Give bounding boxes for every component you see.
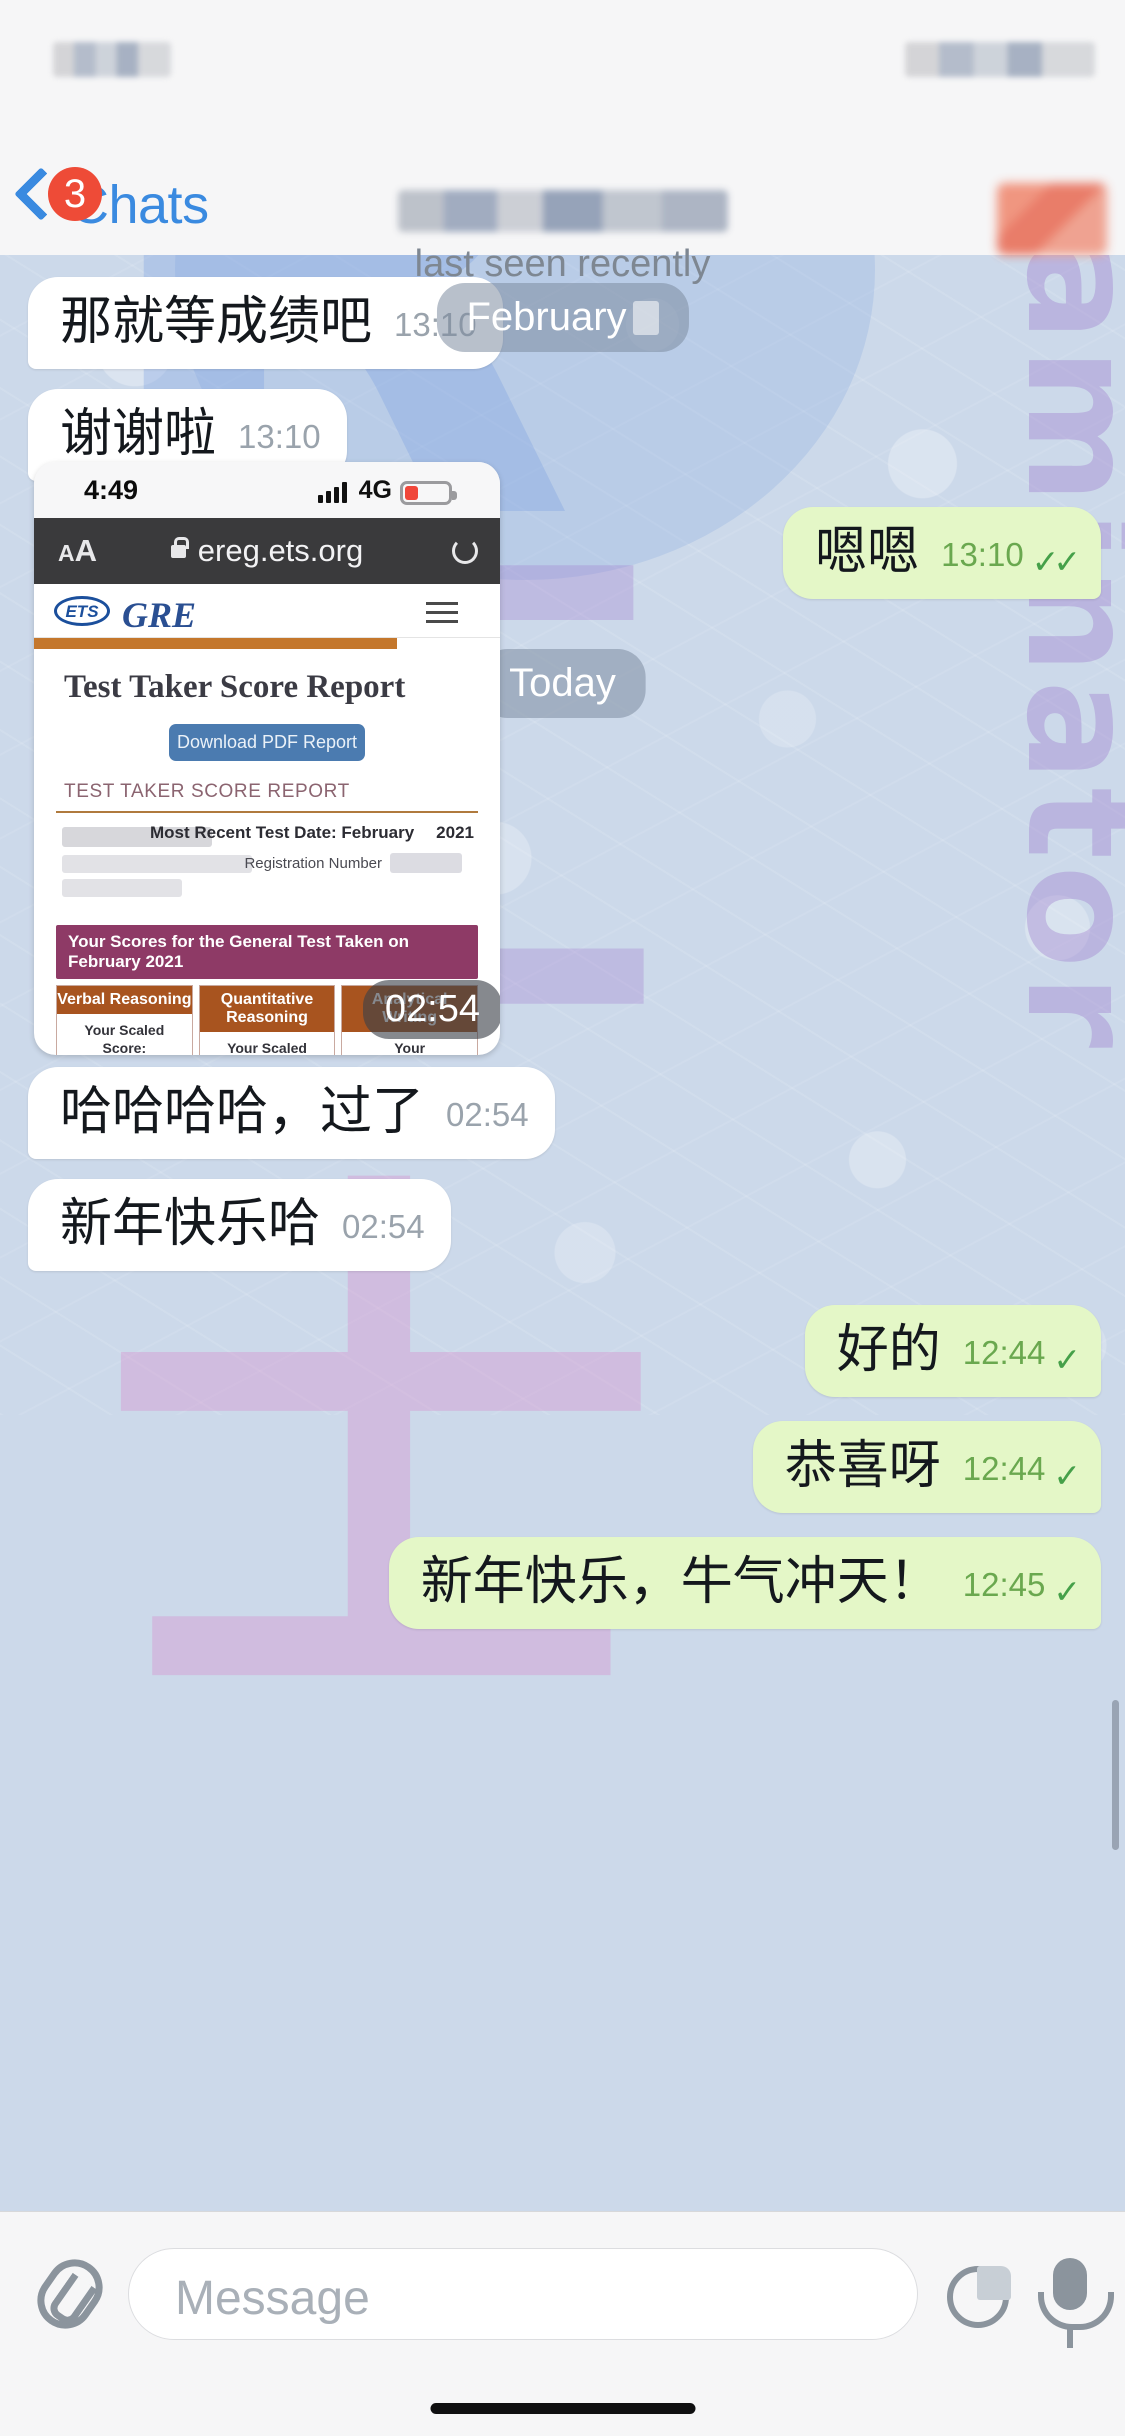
address2-redacted — [62, 879, 182, 897]
read-receipt-icon: ✓ — [1053, 1341, 1081, 1379]
read-receipt-icon: ✓ — [1053, 1573, 1081, 1611]
site-header: ETS GRE — [34, 584, 500, 638]
read-receipt-icon: ✓ — [1053, 1457, 1081, 1495]
message-text: 好的 — [836, 1321, 941, 1379]
unread-count-badge: 3 — [48, 167, 102, 221]
message-row: 新年快乐，牛气冲天！ 12:45 ✓ — [388, 1537, 1101, 1630]
scores-band: Your Scores for the General Test Taken o… — [56, 925, 478, 979]
report-title: Test Taker Score Report — [64, 669, 406, 705]
message-text: 恭喜呀 — [784, 1437, 941, 1495]
date-separator-february: February — [436, 283, 689, 352]
read-receipt-icon: ✓✓ — [1031, 543, 1081, 581]
lock-icon — [170, 536, 189, 558]
registration-number-label: Registration Number — [244, 855, 382, 872]
status-bar-left-redacted — [53, 42, 171, 77]
contact-status-text: last seen recently — [414, 243, 711, 285]
reload-icon[interactable] — [452, 538, 478, 564]
most-recent-test-date: Most Recent Test Date: February 2021 — [149, 823, 474, 842]
download-pdf-report-button[interactable]: Download PDF Report — [169, 724, 365, 761]
message-text: 新年快乐，牛气冲天！ — [420, 1553, 941, 1611]
message-text: 哈哈哈哈，过了 — [60, 1083, 425, 1141]
address-redacted — [62, 855, 252, 873]
status-bar-right-redacted — [905, 42, 1095, 77]
date-separator-today: Today — [479, 649, 646, 718]
gre-logo: GRE — [122, 595, 197, 635]
sticker-icon[interactable] — [947, 2266, 1011, 2328]
card-title: Quantitative Reasoning — [199, 986, 335, 1032]
home-indicator — [430, 2403, 695, 2414]
message-bubble-outgoing[interactable]: 恭喜呀 12:44 ✓ — [752, 1421, 1101, 1514]
message-time: 12:45 — [962, 1566, 1046, 1604]
message-bubble-outgoing[interactable]: 好的 12:44 ✓ — [804, 1305, 1101, 1398]
avatar[interactable] — [997, 183, 1107, 255]
message-time: 13:10 — [238, 418, 321, 456]
scrollbar[interactable] — [1112, 1700, 1119, 1850]
message-text: 新年快乐哈 — [60, 1195, 321, 1253]
test-taker-info-box: Most Recent Test Date: February 2021 Regi… — [56, 811, 478, 919]
network-type-label: 4G — [358, 476, 392, 504]
screenshot-status-bar: 4:49 4G — [34, 462, 500, 518]
attachment-timestamp: 02:54 — [362, 980, 500, 1039]
message-time: 12:44 — [962, 1450, 1046, 1488]
hamburger-menu-icon[interactable] — [426, 602, 458, 629]
card-score-label: YourScore: — [394, 1040, 426, 1055]
score-card-quantitative: Quantitative Reasoning Your ScaledScore:… — [198, 985, 336, 1055]
url-text: ereg.ets.org — [197, 533, 364, 568]
navigation-bar: 3 Chats last seen recently — [0, 95, 1125, 285]
message-row: 新年快乐哈 02:54 — [28, 1179, 451, 1272]
message-bubble-incoming[interactable]: 新年快乐哈 02:54 — [28, 1179, 451, 1272]
message-bubble-incoming[interactable]: 那就等成绩吧 13:10 — [28, 277, 503, 370]
message-row: 嗯嗯 13:10 ✓✓ — [783, 507, 1101, 600]
message-bubble-outgoing[interactable]: 新年快乐，牛气冲天！ 12:45 ✓ — [388, 1537, 1101, 1630]
screenshot-clock: 4:49 — [84, 475, 139, 505]
message-time: 02:54 — [342, 1208, 425, 1246]
score-card-verbal: Verbal Reasoning Your ScaledScore: 15 13… — [56, 985, 193, 1055]
message-text: 嗯嗯 — [815, 523, 920, 581]
message-row: 好的 12:44 ✓ — [804, 1305, 1101, 1398]
message-text: 那就等成绩吧 — [60, 293, 373, 351]
contact-name-redacted[interactable] — [397, 190, 728, 232]
microphone-icon[interactable] — [1038, 2258, 1114, 2348]
status-bar — [0, 0, 1125, 95]
paperclip-icon[interactable] — [26, 2248, 114, 2340]
message-time: 02:54 — [446, 1096, 529, 1134]
shared-screenshot-attachment[interactable]: 4:49 4G AA ereg.ets.org ETS GRE Test Tak… — [34, 462, 500, 1055]
battery-low-icon — [400, 481, 457, 505]
message-bubble-outgoing[interactable]: 嗯嗯 13:10 ✓✓ — [783, 507, 1101, 600]
message-input-placeholder: Message — [175, 2272, 370, 2325]
message-time: 12:44 — [962, 1334, 1046, 1372]
message-text: 谢谢啦 — [60, 405, 217, 463]
text-size-button[interactable]: AA — [58, 533, 97, 569]
report-section-label: TEST TAKER SCORE REPORT — [64, 781, 350, 802]
message-row: 哈哈哈哈，过了 02:54 — [28, 1067, 555, 1160]
browser-url-bar[interactable]: AA ereg.ets.org — [34, 518, 500, 584]
message-row: 恭喜呀 12:44 ✓ — [752, 1421, 1101, 1514]
card-title: Verbal Reasoning — [57, 986, 192, 1014]
registration-number-redacted — [390, 853, 462, 873]
message-time: 13:10 — [941, 536, 1024, 574]
card-score-label: Your ScaledScore: — [84, 1022, 165, 1055]
signal-bars-icon — [318, 482, 347, 503]
message-bubble-incoming[interactable]: 哈哈哈哈，过了 02:54 — [28, 1067, 555, 1160]
message-row: 那就等成绩吧 13:10 — [28, 277, 503, 370]
message-input[interactable]: Message — [128, 2248, 918, 2340]
ets-logo: ETS — [54, 596, 110, 626]
card-score-label: Your ScaledScore: — [227, 1040, 307, 1055]
accent-bar — [34, 638, 398, 649]
